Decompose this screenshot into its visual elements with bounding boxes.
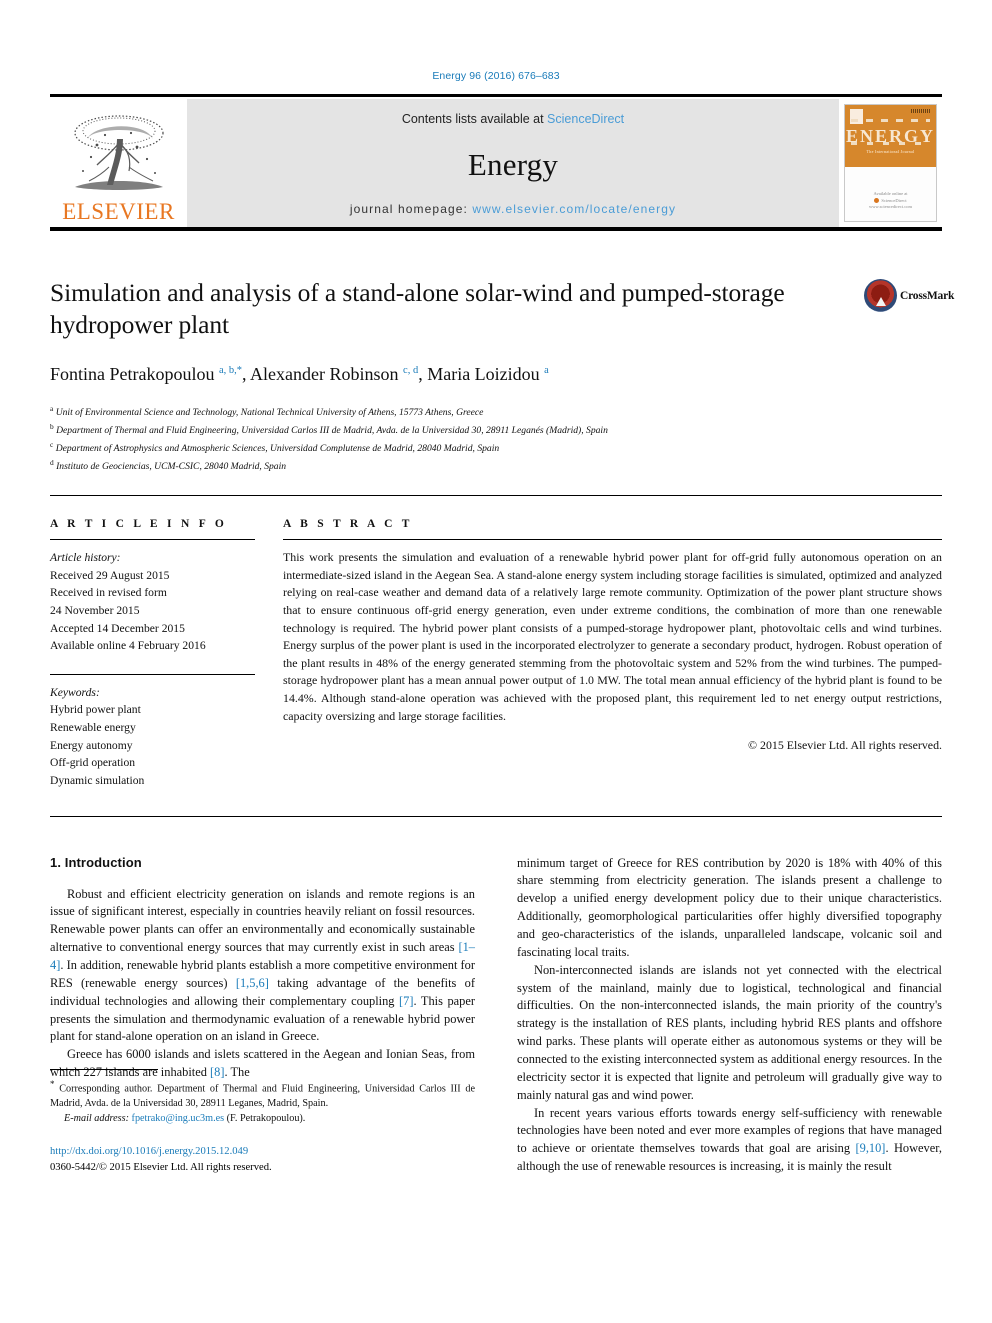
masthead-top-rule: [50, 94, 942, 97]
keyword-item: Renewable energy: [50, 721, 136, 735]
affiliation-item: c Department of Astrophysics and Atmosph…: [50, 439, 942, 457]
keywords-label: Keywords:: [50, 685, 100, 699]
article-history-label: Article history:: [50, 551, 121, 565]
running-head: Energy 96 (2016) 676–683: [432, 70, 560, 82]
affiliation-marker: d: [50, 458, 54, 468]
cover-subtitle: The International Journal: [866, 149, 915, 154]
affiliation-item: b Department of Thermal and Fluid Engine…: [50, 421, 942, 439]
section-heading-introduction: 1. Introduction: [50, 854, 142, 870]
body-column-left: 1. Introduction Robust and efficient ele…: [50, 855, 475, 1176]
info-top-rule: [50, 495, 942, 497]
homepage-url-link[interactable]: www.elsevier.com/locate/energy: [472, 202, 676, 216]
abstract-bottom-rule: [50, 815, 942, 817]
cover-footer-line3: www.sciencedirect.com: [869, 204, 912, 210]
affiliation-list: a Unit of Environmental Science and Tech…: [50, 403, 942, 476]
doi-block: http://dx.doi.org/10.1016/j.energy.2015.…: [50, 1144, 475, 1176]
sciencedirect-dot-icon: [874, 197, 880, 203]
contents-available-line: Contents lists available at ScienceDirec…: [402, 112, 624, 126]
keyword-item: Hybrid power plant: [50, 703, 141, 717]
article-history: Article history: Received 29 August 2015…: [50, 549, 255, 655]
contents-prefix: Contents lists available at: [401, 112, 548, 126]
affiliation-marker: c: [50, 439, 54, 449]
paper-page: Energy 96 (2016) 676–683 ELSEVIER Conten…: [0, 0, 992, 1323]
article-info-heading: A R T I C L E I N F O: [50, 518, 228, 531]
affiliation-text: Department of Thermal and Fluid Engineer…: [56, 424, 608, 436]
crossmark-label: CrossMark: [900, 289, 955, 302]
history-item: Received 29 August 2015: [50, 568, 170, 582]
cover-image: ENERGY The International Journal Availab…: [844, 104, 937, 222]
abstract-heading: A B S T R A C T: [283, 518, 413, 531]
email-note: E-mail address: fpetrako@ing.uc3m.es (F.…: [50, 1112, 475, 1127]
affiliation-item: a Unit of Environmental Science and Tech…: [50, 403, 942, 421]
email-owner: (F. Petrakopoulou).: [226, 1113, 306, 1125]
doi-link[interactable]: http://dx.doi.org/10.1016/j.energy.2015.…: [50, 1144, 475, 1160]
keyword-item: Dynamic simulation: [50, 773, 145, 787]
page-title: Simulation and analysis of a stand-alone…: [50, 278, 785, 340]
article-info-rule: [50, 539, 255, 541]
affiliation-marker: a: [50, 403, 54, 413]
elsevier-wordmark: ELSEVIER: [62, 199, 175, 224]
crossmark-icon: [864, 279, 897, 312]
cover-barcode-icon: [911, 109, 931, 113]
history-item: Available online 4 February 2016: [50, 639, 206, 653]
abstract-text: This work presents the simulation and ev…: [283, 550, 942, 723]
cover-footer: Available online at ScienceDirect www.sc…: [845, 191, 936, 211]
history-item: Received in revised form: [50, 586, 167, 600]
cover-top-texture: [851, 119, 930, 122]
affiliation-text: Unit of Environmental Science and Techno…: [55, 406, 484, 418]
masthead-center: Contents lists available at ScienceDirec…: [187, 99, 839, 227]
cover-footer-line1: Available online at: [873, 190, 908, 196]
paragraph: Non-interconnected islands are islands n…: [517, 962, 942, 1102]
footnote-rule: [50, 1069, 158, 1071]
issn-copyright: 0360-5442/© 2015 Elsevier Ltd. All right…: [50, 1162, 272, 1174]
history-item: Accepted 14 December 2015: [50, 621, 185, 635]
keyword-item: Off-grid operation: [50, 756, 136, 770]
masthead-bottom-rule: [50, 227, 942, 231]
journal-cover-thumbnail: ENERGY The International Journal Availab…: [839, 99, 942, 227]
history-item: 24 November 2015: [50, 604, 140, 618]
sciencedirect-link[interactable]: ScienceDirect: [547, 112, 624, 126]
journal-masthead: ELSEVIER Contents lists available at Sci…: [50, 94, 942, 231]
author-list: Fontina Petrakopoulou a, b,*, Alexander …: [50, 364, 549, 385]
journal-homepage-line: journal homepage: www.elsevier.com/locat…: [350, 202, 676, 216]
email-link[interactable]: fpetrako@ing.uc3m.es: [132, 1113, 225, 1124]
paragraph: minimum target of Greece for RES contrib…: [517, 855, 942, 959]
paragraph: In recent years various efforts towards …: [517, 1105, 942, 1174]
abstract-panel: A B S T R A C T This work presents the s…: [283, 518, 942, 789]
affiliation-text: Department of Astrophysics and Atmospher…: [55, 443, 500, 455]
keywords-list: Keywords: Hybrid power plant Renewable e…: [50, 684, 255, 790]
elsevier-logo: ELSEVIER: [50, 99, 187, 227]
affiliation-item: d Instituto de Geociencias, UCM-CSIC, 28…: [50, 457, 942, 475]
affiliation-marker: b: [50, 421, 54, 431]
affiliation-text: Instituto de Geociencias, UCM-CSIC, 2804…: [56, 461, 287, 473]
keyword-item: Energy autonomy: [50, 738, 133, 752]
crossmark-badge[interactable]: CrossMark: [864, 277, 954, 312]
cover-bottom-texture: [851, 142, 930, 145]
article-info-panel: A R T I C L E I N F O Article history: R…: [50, 518, 283, 789]
body-column-right: minimum target of Greece for RES contrib…: [517, 855, 942, 1176]
homepage-label: journal homepage:: [349, 202, 473, 216]
footnote-block: * Corresponding author. Department of Th…: [50, 1069, 475, 1176]
corresponding-author-note: * Corresponding author. Department of Th…: [50, 1079, 475, 1110]
title-block: Simulation and analysis of a stand-alone…: [50, 277, 954, 387]
journal-title: Energy: [467, 146, 559, 182]
body-columns: 1. Introduction Robust and efficient ele…: [50, 855, 942, 1176]
elsevier-tree-icon: [73, 115, 164, 190]
abstract-copyright: © 2015 Elsevier Ltd. All rights reserved…: [748, 738, 942, 753]
keywords-rule: [50, 673, 255, 675]
abstract-rule: [283, 539, 942, 541]
email-label: E-mail address:: [64, 1113, 129, 1125]
paragraph: Robust and efficient electricity generat…: [50, 886, 475, 1044]
cover-footer-line2: ScienceDirect: [881, 197, 907, 203]
